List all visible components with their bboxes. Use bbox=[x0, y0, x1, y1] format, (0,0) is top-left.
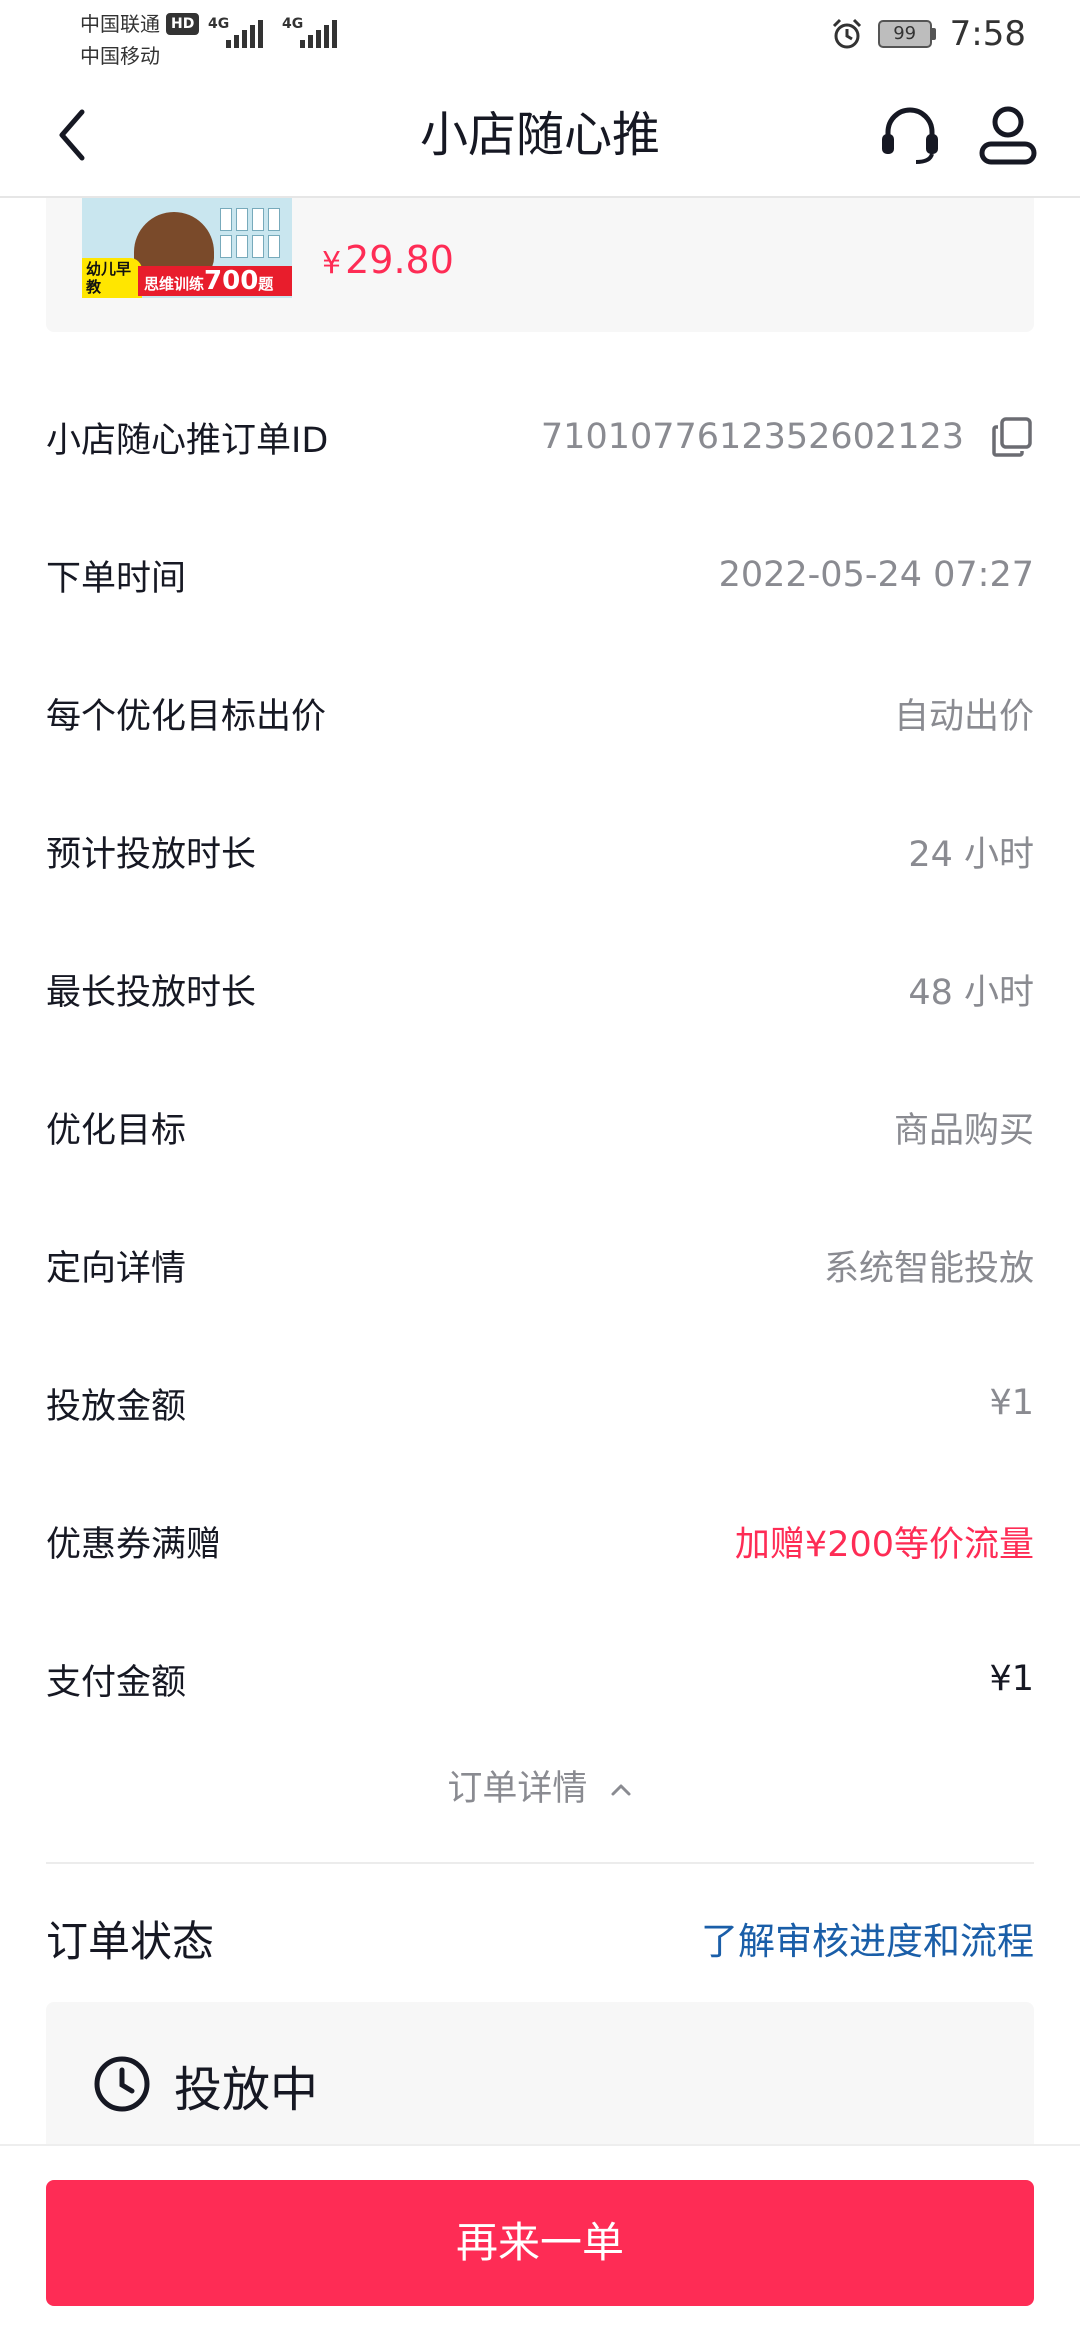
chevron-up-icon bbox=[611, 1784, 631, 1796]
carrier-info: 中国联通 HD 中国移动 bbox=[80, 8, 200, 72]
order-details-label: 订单详情 bbox=[447, 1769, 588, 1809]
signal-icon: 4G bbox=[208, 14, 264, 50]
row-label: 每个优化目标出价 bbox=[46, 696, 327, 737]
nav-bar: 小店随心推 bbox=[0, 72, 1080, 198]
row-value: 系统智能投放 bbox=[823, 1248, 1034, 1289]
row-label: 定向详情 bbox=[46, 1248, 187, 1289]
order-details-toggle[interactable]: 订单详情 bbox=[0, 1760, 1080, 1811]
row-value: 2022-05-24 07:27 bbox=[718, 555, 1034, 595]
row-max-duration: 最长投放时长 48 小时 bbox=[46, 920, 1034, 1058]
battery-level: 99 bbox=[877, 20, 932, 48]
row-label: 支付金额 bbox=[46, 1662, 187, 1703]
bottom-bar: 再来一单 bbox=[0, 2144, 1080, 2340]
order-status-header: 订单状态 了解审核进度和流程 bbox=[46, 1900, 1034, 1976]
row-order-time: 下单时间 2022-05-24 07:27 bbox=[46, 506, 1034, 644]
carrier-1: 中国联通 bbox=[80, 12, 160, 36]
row-value: 24 小时 bbox=[908, 834, 1034, 875]
row-optimization-goal: 优化目标 商品购买 bbox=[46, 1058, 1034, 1196]
row-value: 7101077612352602123 bbox=[541, 415, 1034, 459]
divider bbox=[46, 1862, 1034, 1864]
product-thumbnail: 幼儿早教 思维训练700题 bbox=[82, 198, 292, 298]
row-expected-duration: 预计投放时长 24 小时 bbox=[46, 782, 1034, 920]
row-order-id: 小店随心推订单ID 7101077612352602123 bbox=[46, 368, 1034, 506]
row-label: 优惠券满赠 bbox=[46, 1524, 222, 1565]
product-card[interactable]: 幼儿早教 思维训练700题 ¥29.80 bbox=[46, 198, 1034, 332]
order-info-list: 小店随心推订单ID 7101077612352602123 下单时间 2022-… bbox=[46, 368, 1034, 1748]
carrier-2: 中国移动 bbox=[80, 44, 160, 68]
row-label: 优化目标 bbox=[46, 1110, 187, 1151]
row-payment: 支付金额 ¥1 bbox=[46, 1610, 1034, 1748]
row-label: 下单时间 bbox=[46, 558, 187, 599]
product-image-tag: 幼儿早教 bbox=[82, 258, 142, 298]
row-label: 最长投放时长 bbox=[46, 972, 257, 1013]
order-id-value: 7101077612352602123 bbox=[540, 417, 964, 457]
row-value: 48 小时 bbox=[908, 972, 1034, 1013]
signal-icon: 4G bbox=[282, 14, 338, 50]
row-bid: 每个优化目标出价 自动出价 bbox=[46, 644, 1034, 782]
clock-time: 7:58 bbox=[949, 14, 1026, 54]
row-coupon: 优惠券满赠 加赠¥200等价流量 bbox=[46, 1472, 1034, 1610]
row-label: 小店随心推订单ID bbox=[46, 420, 329, 461]
status-bar: 中国联通 HD 中国移动 4G 4G 99 7:58 bbox=[0, 0, 1080, 72]
row-targeting: 定向详情 系统智能投放 bbox=[46, 1196, 1034, 1334]
row-label: 预计投放时长 bbox=[46, 834, 257, 875]
clock-icon bbox=[94, 2056, 150, 2112]
review-progress-link[interactable]: 了解审核进度和流程 bbox=[701, 1911, 1034, 1965]
product-image-banner: 思维训练700题 bbox=[138, 266, 292, 296]
copy-icon[interactable] bbox=[990, 415, 1034, 459]
row-budget: 投放金额 ¥1 bbox=[46, 1334, 1034, 1472]
battery-icon: 99 bbox=[877, 20, 936, 48]
row-value: 商品购买 bbox=[893, 1110, 1034, 1151]
order-state: 投放中 bbox=[174, 2062, 319, 2118]
customer-service-icon[interactable] bbox=[876, 100, 944, 170]
row-value: ¥1 bbox=[989, 1659, 1034, 1699]
alarm-icon bbox=[832, 18, 861, 49]
row-value: 加赠¥200等价流量 bbox=[734, 1524, 1034, 1565]
row-value: ¥1 bbox=[989, 1383, 1034, 1423]
row-label: 投放金额 bbox=[46, 1386, 187, 1427]
product-price: ¥29.80 bbox=[322, 238, 454, 282]
order-status-title: 订单状态 bbox=[46, 1916, 215, 1966]
hd-badge: HD bbox=[166, 13, 200, 35]
row-value: 自动出价 bbox=[893, 696, 1034, 737]
user-profile-icon[interactable] bbox=[976, 100, 1040, 170]
signal-indicators: 4G 4G bbox=[208, 14, 338, 50]
reorder-button[interactable]: 再来一单 bbox=[46, 2180, 1034, 2306]
